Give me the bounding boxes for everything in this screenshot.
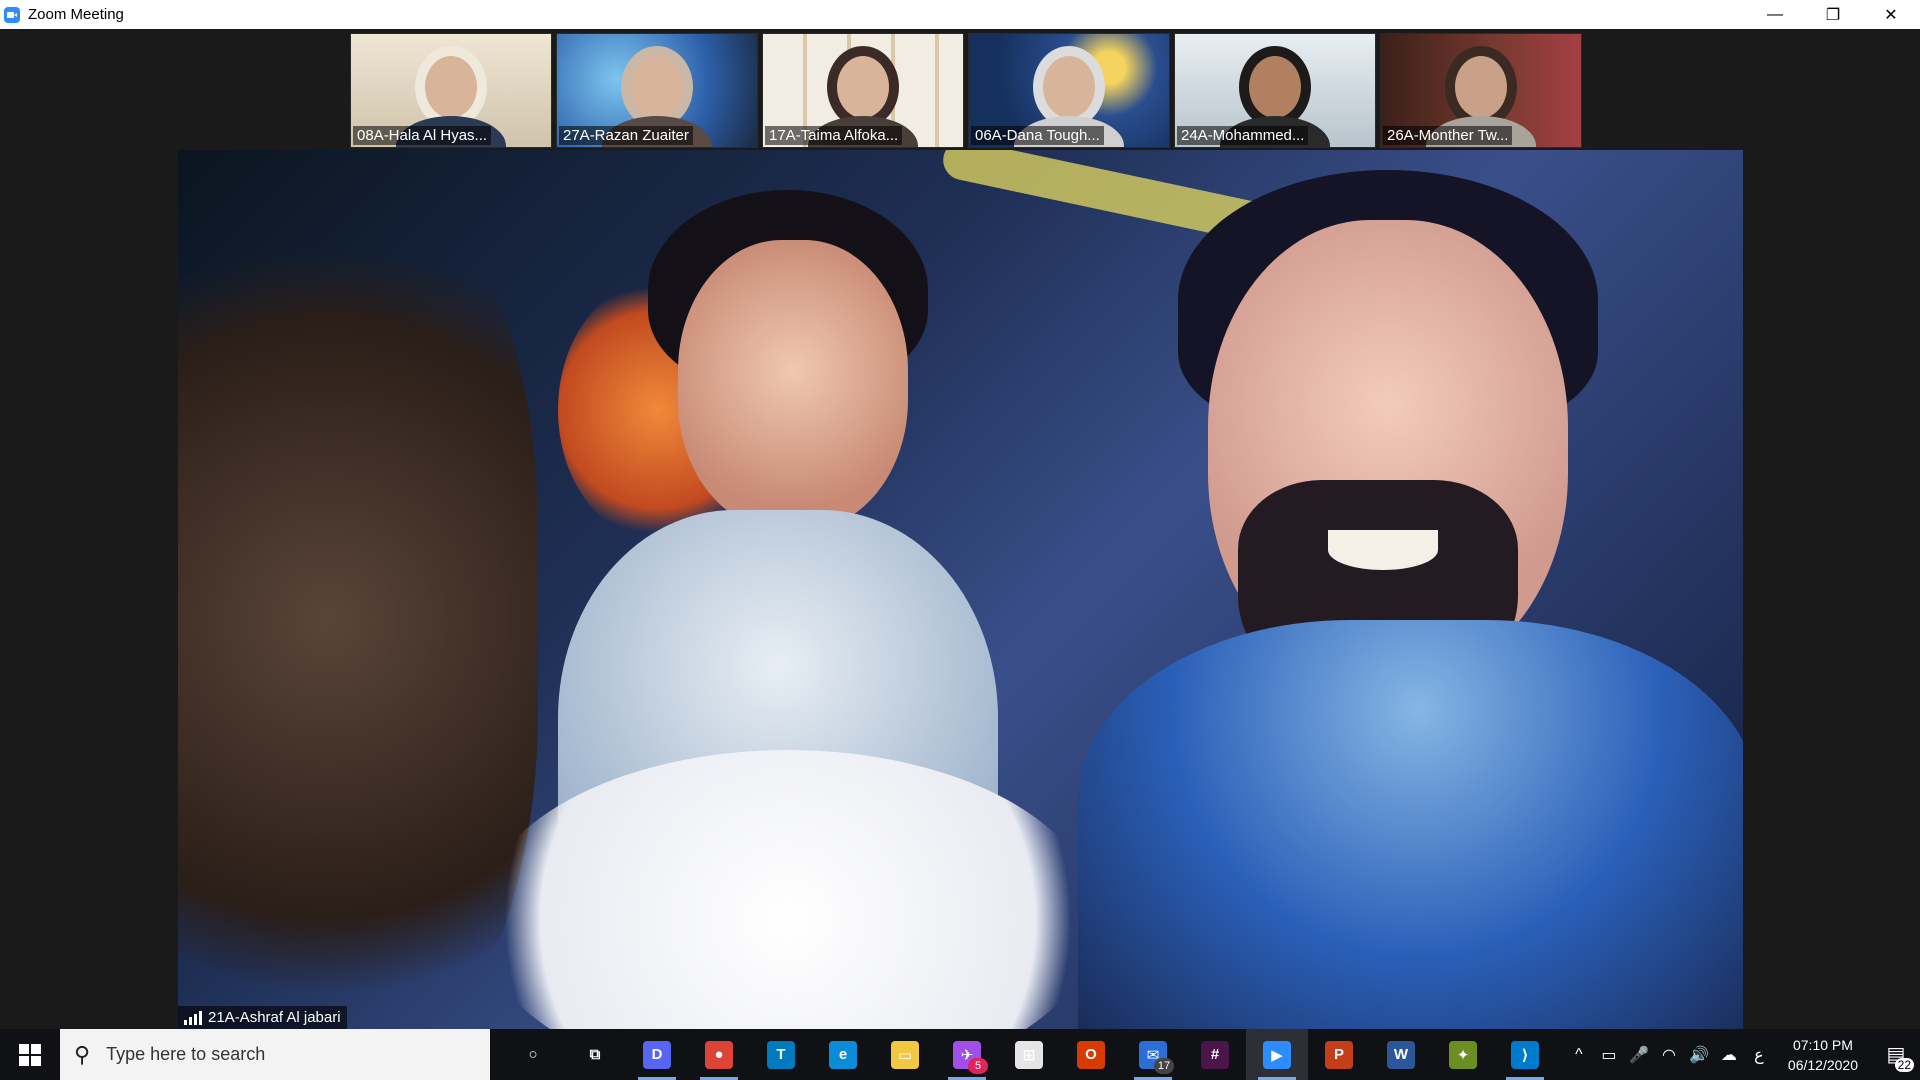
- store-icon: ⊞: [1015, 1040, 1043, 1069]
- battery-icon[interactable]: ▭: [1594, 1045, 1624, 1065]
- participant-strip: 08A-Hala Al Hyas... 27A-Razan Zuaiter 17…: [350, 33, 1582, 148]
- active-speaker-label: 21A-Ashraf Al jabari: [178, 1006, 347, 1029]
- participant-tile[interactable]: 17A-Taima Alfoka...: [762, 33, 964, 148]
- participant-name: 08A-Hala Al Hyas...: [353, 126, 492, 145]
- window-title: Zoom Meeting: [28, 6, 124, 23]
- trello-icon: T: [767, 1040, 795, 1069]
- taskbar-slack-button[interactable]: #: [1184, 1029, 1246, 1080]
- participant-tile[interactable]: 06A-Dana Tough...: [968, 33, 1170, 148]
- office-icon: O: [1077, 1040, 1105, 1069]
- powerpoint-icon: P: [1325, 1040, 1353, 1069]
- task-view-icon: ⧉: [589, 1046, 601, 1063]
- participant-face: [1249, 56, 1301, 118]
- slack-icon: #: [1201, 1040, 1229, 1069]
- search-icon: ⚲: [74, 1041, 91, 1067]
- taskbar-vscode-button[interactable]: ⟩: [1494, 1029, 1556, 1080]
- taskbar-mail-button[interactable]: ✉ 17: [1122, 1029, 1184, 1080]
- signal-strength-icon: [184, 1010, 202, 1025]
- participant-face: [425, 56, 477, 118]
- participant-tile[interactable]: 08A-Hala Al Hyas...: [350, 33, 552, 148]
- person-left-face: [678, 240, 908, 530]
- close-button[interactable]: ✕: [1862, 0, 1920, 29]
- taskbar-messenger-button[interactable]: ✈ 5: [936, 1029, 998, 1080]
- taskbar-discord-button[interactable]: D: [626, 1029, 688, 1080]
- action-center-button[interactable]: ▤ 22: [1872, 1029, 1920, 1080]
- participant-tile[interactable]: 26A-Monther Tw...: [1380, 33, 1582, 148]
- clock-date: 06/12/2020: [1787, 1056, 1858, 1073]
- tray-chevron-icon[interactable]: ^: [1564, 1046, 1594, 1064]
- participant-name: 26A-Monther Tw...: [1383, 126, 1513, 145]
- meeting-area: 08A-Hala Al Hyas... 27A-Razan Zuaiter 17…: [0, 29, 1920, 1030]
- participant-name: 24A-Mohammed...: [1177, 126, 1309, 145]
- taskbar-task-view-button[interactable]: ⧉: [564, 1029, 626, 1080]
- edge-icon: e: [829, 1040, 857, 1069]
- start-button[interactable]: [0, 1029, 60, 1080]
- input-language-indicator[interactable]: ع: [1744, 1045, 1774, 1065]
- person-right-smile: [1328, 530, 1438, 570]
- taskbar-chrome-button[interactable]: ●: [688, 1029, 750, 1080]
- participant-face: [837, 56, 889, 118]
- app-badge: 5: [968, 1058, 988, 1074]
- active-speaker-name: 21A-Ashraf Al jabari: [208, 1009, 341, 1026]
- cortana-icon: ○: [528, 1046, 538, 1063]
- taskbar-file-explorer-button[interactable]: ▭: [874, 1029, 936, 1080]
- windows-taskbar: ⚲ Type here to search ○ ⧉ D ● Te ▭ ✈ 5 ⊞ O ✉ 17 # ▶ P W…: [0, 1029, 1920, 1080]
- zoom-app-icon: [4, 6, 20, 23]
- participant-name: 17A-Taima Alfoka...: [765, 126, 903, 145]
- microphone-icon[interactable]: 🎤: [1624, 1045, 1654, 1065]
- restore-button[interactable]: ❐: [1804, 0, 1862, 29]
- minimize-button[interactable]: —: [1746, 0, 1804, 29]
- system-tray: ^ ▭ 🎤 ◠ 🔊 ☁ ع 07:10 PM 06/12/2020 ▤ 22: [1564, 1029, 1920, 1080]
- wifi-icon[interactable]: ◠: [1654, 1045, 1684, 1065]
- window-titlebar: Zoom Meeting — ❐ ✕: [0, 0, 1920, 29]
- vscode-icon: ⟩: [1511, 1040, 1539, 1069]
- participant-name: 06A-Dana Tough...: [971, 126, 1104, 145]
- taskbar-store-button[interactable]: ⊞: [998, 1029, 1060, 1080]
- participant-face: [1043, 56, 1095, 118]
- app-badge: 17: [1154, 1058, 1174, 1074]
- taskbar-search-box[interactable]: ⚲ Type here to search: [60, 1029, 490, 1080]
- folder-icon: ▭: [891, 1040, 919, 1069]
- onedrive-icon[interactable]: ☁: [1714, 1045, 1744, 1065]
- app-icon: ✦: [1449, 1040, 1477, 1069]
- participant-name: 27A-Razan Zuaiter: [559, 126, 693, 145]
- volume-icon[interactable]: 🔊: [1684, 1045, 1714, 1065]
- word-icon: W: [1387, 1040, 1415, 1069]
- participant-face: [631, 56, 683, 118]
- taskbar-powerpoint-button[interactable]: P: [1308, 1029, 1370, 1080]
- participant-tile[interactable]: 27A-Razan Zuaiter: [556, 33, 758, 148]
- participant-tile[interactable]: 24A-Mohammed...: [1174, 33, 1376, 148]
- taskbar-clock[interactable]: 07:10 PM 06/12/2020: [1788, 1035, 1858, 1075]
- taskbar-trello-button[interactable]: T: [750, 1029, 812, 1080]
- active-speaker-video[interactable]: [178, 150, 1743, 1030]
- taskbar-zoom-button[interactable]: ▶: [1246, 1029, 1308, 1080]
- taskbar-app-list: ○ ⧉ D ● Te ▭ ✈ 5 ⊞ O ✉ 17 # ▶ P W ✦ ⟩: [502, 1029, 1556, 1080]
- taskbar-cortana-button[interactable]: ○: [502, 1029, 564, 1080]
- notification-count: 22: [1894, 1058, 1914, 1072]
- taskbar-office-button[interactable]: O: [1060, 1029, 1122, 1080]
- discord-icon: D: [643, 1040, 671, 1069]
- taskbar-word-button[interactable]: W: [1370, 1029, 1432, 1080]
- participant-face: [1455, 56, 1507, 118]
- clock-time: 07:10 PM: [1792, 1036, 1853, 1053]
- person-right-jacket: [1078, 620, 1743, 1030]
- window-controls: — ❐ ✕: [1746, 0, 1920, 29]
- zoom-icon: ▶: [1263, 1040, 1291, 1069]
- chrome-icon: ●: [705, 1040, 733, 1069]
- windows-logo-icon: [19, 1043, 41, 1066]
- taskbar-edge-button[interactable]: e: [812, 1029, 874, 1080]
- taskbar-unknown-app-button[interactable]: ✦: [1432, 1029, 1494, 1080]
- search-placeholder: Type here to search: [106, 1044, 266, 1064]
